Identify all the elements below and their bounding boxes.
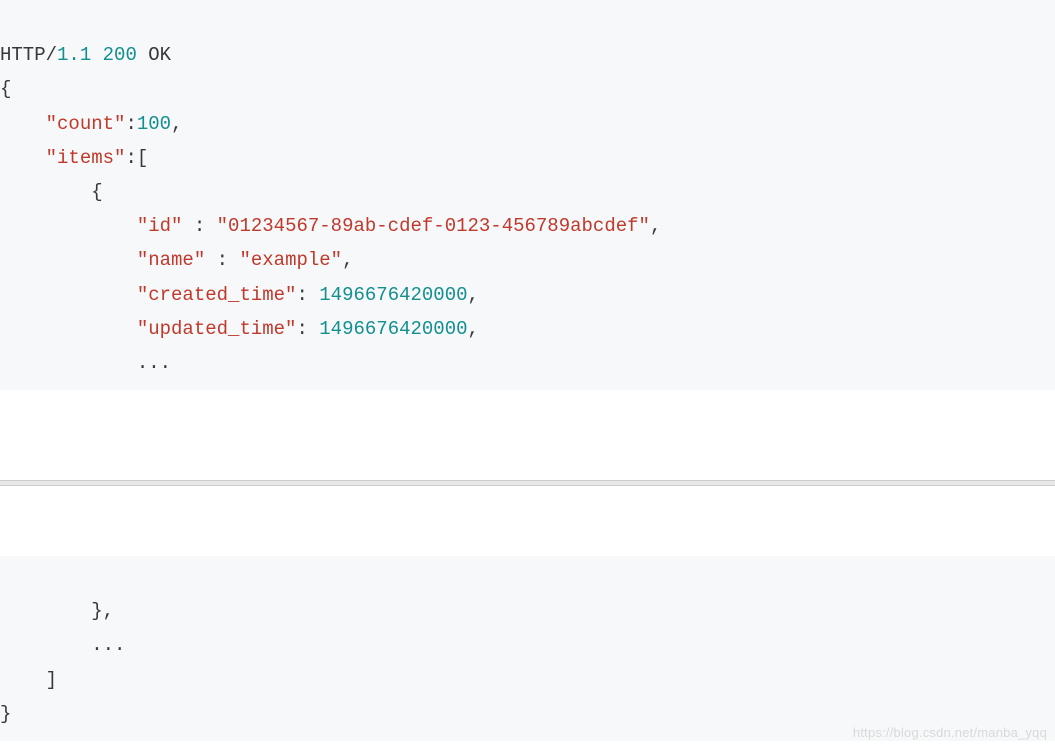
gap	[0, 486, 1055, 556]
comma: ,	[468, 318, 479, 340]
json-key-created-time: "created_time"	[137, 284, 297, 306]
json-key-id: "id"	[137, 215, 183, 237]
http-protocol: HTTP/	[0, 44, 57, 66]
indent	[0, 318, 137, 340]
indent	[0, 669, 46, 691]
brace-open: {	[0, 78, 11, 100]
json-value-name: "example"	[239, 249, 342, 271]
comma: ,	[650, 215, 661, 237]
colon: :	[125, 147, 136, 169]
colon: :	[125, 113, 136, 135]
indent	[0, 113, 46, 135]
colon: :	[205, 249, 239, 271]
comma: ,	[468, 284, 479, 306]
http-version: 1.1	[57, 44, 91, 66]
indent	[0, 634, 91, 656]
comma: ,	[171, 113, 182, 135]
json-value-updated-time: 1496676420000	[319, 318, 467, 340]
colon: :	[182, 215, 216, 237]
indent	[0, 284, 137, 306]
json-value-created-time: 1496676420000	[319, 284, 467, 306]
http-reason: OK	[148, 44, 171, 66]
json-value-count: 100	[137, 113, 171, 135]
json-key-name: "name"	[137, 249, 205, 271]
bracket-close: ]	[46, 669, 57, 691]
gap	[0, 390, 1055, 480]
brace-close-item: },	[91, 600, 114, 622]
ellipsis: ...	[91, 634, 125, 656]
watermark-text: https://blog.csdn.net/manba_yqq	[0, 721, 1055, 744]
ellipsis: ...	[137, 352, 171, 374]
indent	[0, 215, 137, 237]
colon: :	[296, 284, 319, 306]
brace-open: {	[91, 181, 102, 203]
json-key-count: "count"	[46, 113, 126, 135]
bracket-open: [	[137, 147, 148, 169]
http-status-code: 200	[103, 44, 137, 66]
code-block-top: HTTP/1.1 200 OK { "count":100, "items":[…	[0, 0, 1055, 390]
comma: ,	[342, 249, 353, 271]
code-block-bottom: }, ... ] }	[0, 556, 1055, 741]
json-key-items: "items"	[46, 147, 126, 169]
colon: :	[296, 318, 319, 340]
indent	[0, 249, 137, 271]
indent	[0, 147, 46, 169]
indent	[0, 181, 91, 203]
json-value-id: "01234567-89ab-cdef-0123-456789abcdef"	[217, 215, 650, 237]
indent	[0, 600, 91, 622]
indent	[0, 352, 137, 374]
json-key-updated-time: "updated_time"	[137, 318, 297, 340]
